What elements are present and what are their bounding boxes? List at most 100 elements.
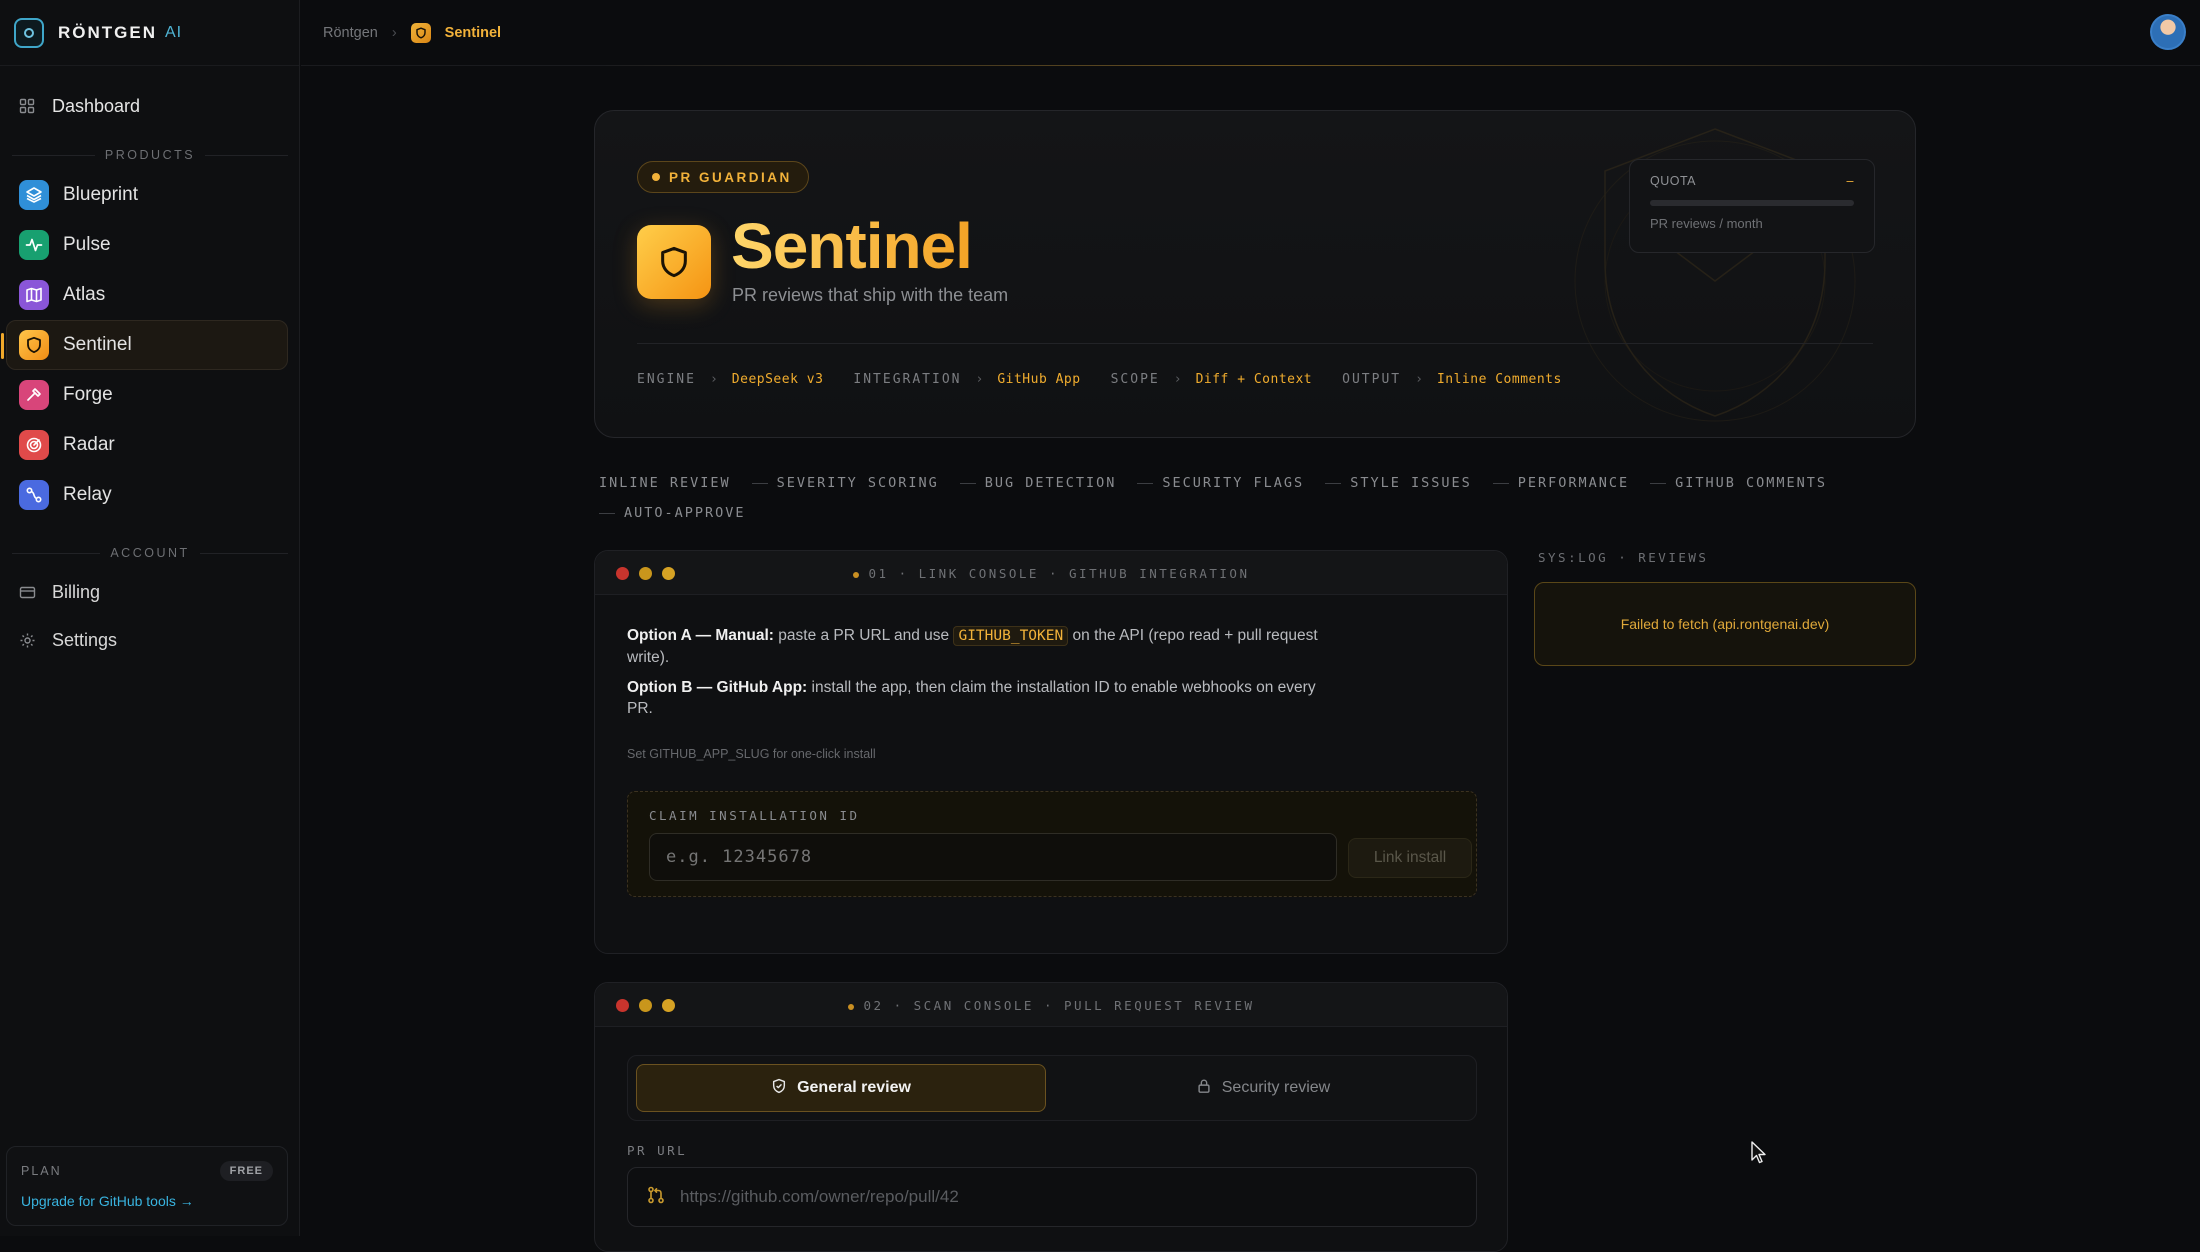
option-b-text: Option B — GitHub App: install the app, …	[627, 679, 1316, 717]
shield-icon	[637, 225, 711, 299]
sidebar-item-dashboard[interactable]: Dashboard	[0, 80, 300, 132]
map-icon	[19, 280, 49, 310]
chevron-right-icon: ›	[1415, 372, 1423, 387]
github-token-code: GITHUB_TOKEN	[953, 626, 1069, 646]
page-subtitle: PR reviews that ship with the team	[732, 285, 1009, 305]
feature-tag: INLINE REVIEW	[599, 475, 731, 491]
claim-installation-panel: CLAIM INSTALLATION ID Link install	[627, 791, 1477, 897]
radar-icon	[19, 430, 49, 460]
upgrade-link[interactable]: Upgrade for GitHub tools →	[21, 1193, 273, 1209]
feature-tag: PERFORMANCE	[1517, 475, 1630, 491]
mouse-cursor-icon	[1751, 1141, 1766, 1164]
feature-tag: GITHUB COMMENTS	[1675, 475, 1828, 491]
activity-icon	[19, 230, 49, 260]
shield-icon	[410, 22, 431, 43]
topbar: Röntgen › Sentinel	[301, 0, 2200, 66]
option-a-text: Option A — Manual: paste a PR URL and us…	[627, 626, 1318, 666]
meta-key: OUTPUT	[1342, 372, 1402, 387]
pr-url-input[interactable]: https://github.com/owner/repo/pull/42	[680, 1187, 959, 1207]
sidebar-item-billing[interactable]: Billing	[0, 568, 300, 616]
feature-tag: BUG DETECTION	[984, 475, 1117, 491]
log-label: SYS:LOG · REVIEWS	[1538, 550, 1709, 565]
meta-key: ENGINE	[637, 372, 696, 387]
lock-icon	[1196, 1078, 1212, 1099]
sidebar-item-blueprint[interactable]: Blueprint	[6, 170, 288, 220]
product-hero: PR GUARDIAN Sentinel PR reviews that shi…	[594, 110, 1916, 438]
sidebar-item-label: Sentinel	[63, 334, 132, 355]
chevron-right-icon: ›	[709, 372, 718, 387]
feature-tag: SEVERITY SCORING	[776, 475, 939, 491]
scan-console: 02 · SCAN CONSOLE · PULL REQUEST REVIEW …	[594, 982, 1508, 1252]
link-console: 01 · LINK CONSOLE · GITHUB INTEGRATION O…	[594, 550, 1508, 954]
product-meta: ENGINE › DeepSeek v3 INTEGRATION › GitHu…	[637, 372, 1592, 387]
sidebar-item-sentinel[interactable]: Sentinel	[1, 320, 288, 370]
avatar[interactable]	[2150, 14, 2186, 50]
tab-general-review[interactable]: General review	[636, 1064, 1046, 1112]
meta-value: Inline Comments	[1436, 372, 1562, 387]
breadcrumb-current: Sentinel	[444, 24, 502, 41]
review-mode-tabs: General review Security review	[627, 1055, 1477, 1121]
sidebar-item-label: Pulse	[63, 234, 111, 255]
feature-tag: AUTO-APPROVE	[624, 505, 746, 521]
chevron-right-icon: ›	[975, 372, 984, 387]
shield-icon	[19, 330, 49, 360]
sidebar-item-label: Atlas	[63, 284, 106, 305]
quota-label: QUOTA	[1650, 174, 1697, 188]
brand-suffix: AI	[165, 23, 183, 41]
brand-logo-icon	[14, 17, 44, 48]
install-hint: Set GITHUB_APP_SLUG for one-click instal…	[627, 747, 876, 761]
sidebar-item-atlas[interactable]: Atlas	[6, 270, 288, 320]
console-header: 02 · SCAN CONSOLE · PULL REQUEST REVIEW	[595, 983, 1507, 1027]
page-title: Sentinel	[731, 210, 973, 282]
sidebar-item-pulse[interactable]: Pulse	[6, 220, 288, 270]
feature-tag: SECURITY FLAGS	[1162, 475, 1305, 491]
meta-key: SCOPE	[1110, 372, 1160, 387]
sidebar-item-label: Radar	[63, 434, 115, 455]
sidebar-item-label: Relay	[63, 484, 112, 505]
installation-id-input[interactable]	[649, 833, 1337, 881]
hammer-icon	[19, 380, 49, 410]
tab-security-review[interactable]: Security review	[1058, 1064, 1468, 1112]
pr-url-field[interactable]: https://github.com/owner/repo/pull/42	[627, 1167, 1477, 1227]
git-pull-request-icon	[646, 1185, 666, 1210]
sidebar-item-label: Forge	[63, 384, 113, 405]
sidebar-item-settings[interactable]: Settings	[0, 616, 300, 664]
plan-card: PLAN FREE Upgrade for GitHub tools →	[6, 1146, 288, 1226]
brand[interactable]: RÖNTGEN AI	[0, 0, 299, 66]
claim-label: CLAIM INSTALLATION ID	[649, 808, 860, 823]
divider	[637, 343, 1873, 344]
gear-icon	[18, 631, 36, 649]
meta-value: GitHub App	[997, 372, 1081, 387]
sidebar-item-label: Billing	[52, 581, 101, 602]
sidebar-item-label: Settings	[52, 629, 118, 650]
pr-url-label: PR URL	[627, 1143, 688, 1158]
link-install-button[interactable]: Link install	[1348, 838, 1472, 878]
meta-value: DeepSeek v3	[731, 372, 824, 387]
meta-key: INTEGRATION	[853, 372, 962, 387]
sidebar-item-forge[interactable]: Forge	[6, 370, 288, 420]
credit-card-icon	[18, 583, 36, 601]
plan-label: PLAN	[21, 1164, 62, 1178]
chevron-right-icon: ›	[391, 24, 397, 41]
console-header: 01 · LINK CONSOLE · GITHUB INTEGRATION	[595, 551, 1507, 595]
meta-value: Diff + Context	[1195, 372, 1313, 387]
products-section-label: PRODUCTS	[0, 140, 300, 170]
feature-list: INLINE REVIEW SEVERITY SCORING BUG DETECTI…	[599, 468, 1899, 528]
chevron-right-icon: ›	[1173, 372, 1182, 387]
console-title: 01 · LINK CONSOLE · GITHUB INTEGRATION	[595, 566, 1507, 581]
quota-card: QUOTA – PR reviews / month	[1629, 159, 1875, 253]
console-title: 02 · SCAN CONSOLE · PULL REQUEST REVIEW	[595, 998, 1507, 1013]
sidebar-item-label: Dashboard	[52, 95, 141, 116]
breadcrumb-root[interactable]: Röntgen	[323, 25, 378, 41]
log-error-message: Failed to fetch (api.rontgenai.dev)	[1534, 582, 1916, 666]
route-icon	[19, 480, 49, 510]
sidebar-item-relay[interactable]: Relay	[6, 470, 288, 520]
brand-name: RÖNTGEN	[58, 22, 157, 42]
product-tag: PR GUARDIAN	[637, 161, 809, 193]
quota-value: –	[1846, 174, 1854, 188]
plan-badge: FREE	[219, 1161, 273, 1181]
layers-icon	[19, 180, 49, 210]
shield-check-icon	[771, 1078, 787, 1099]
sidebar: RÖNTGEN AI Dashboard PRODUCTS Blueprint …	[0, 0, 300, 1236]
sidebar-item-radar[interactable]: Radar	[6, 420, 288, 470]
